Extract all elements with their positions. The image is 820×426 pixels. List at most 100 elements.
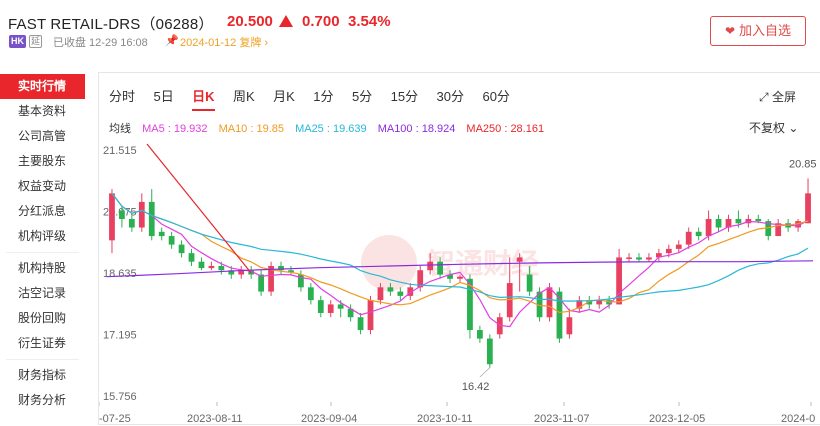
pin-icon: 📌 (165, 35, 179, 47)
watch-label: 加入自选 (739, 23, 792, 38)
up-arrow-icon (279, 15, 293, 27)
fullscreen-button[interactable]: ⤢ 全屏 (759, 88, 796, 105)
tab-30min[interactable]: 30分 (437, 86, 464, 109)
ma100-label: MA100 : 18.924 (377, 123, 456, 135)
chevron-down-icon: ⌄ (788, 121, 799, 135)
candle-body (178, 244, 185, 254)
tab-monthly-k[interactable]: 月K (273, 86, 295, 109)
candle-body (208, 265, 215, 269)
ma5-label: MA5 : 19.932 (142, 123, 208, 135)
tab-15min[interactable]: 15分 (391, 86, 418, 109)
tab-1min[interactable]: 1分 (313, 86, 333, 109)
candle-body (705, 218, 712, 237)
y-tick-label: 15.756 (103, 391, 137, 403)
market-badge: HK (9, 35, 26, 48)
candle-body (675, 244, 682, 249)
tab-5day[interactable]: 5日 (153, 86, 173, 109)
heart-icon: ❤ (724, 24, 736, 38)
candle-body (427, 261, 434, 271)
sidebar-divider (6, 356, 79, 360)
sidebar-item-dividends[interactable]: 分红派息 (0, 199, 85, 224)
price-change: 0.700 (302, 13, 340, 30)
sidebar-item-institutional[interactable]: 机构持股 (0, 256, 85, 281)
fullscreen-label: 全屏 (771, 90, 796, 104)
candle-body (397, 291, 404, 296)
stock-name: FAST RETAIL-DRS（06288） (8, 16, 214, 33)
tab-intraday[interactable]: 分时 (109, 86, 135, 109)
sidebar-divider (6, 249, 79, 253)
sidebar-item-analysis[interactable]: 财务分析 (0, 388, 85, 413)
sidebar-item-buyback[interactable]: 股份回购 (0, 306, 85, 331)
y-tick-label: 17.195 (103, 330, 137, 342)
candle-body (337, 304, 344, 309)
chart-panel: 分时 5日 日K 周K 月K 1分 5分 15分 30分 60分 ⤢ 全屏 均线… (98, 72, 820, 425)
sidebar-item-derivatives[interactable]: 衍生证券 (0, 331, 85, 356)
ma10-label: MA10 : 19.85 (218, 123, 284, 135)
x-tick-label: 2023-10-11 (417, 413, 472, 425)
candle-body (367, 300, 374, 331)
add-to-watchlist-button[interactable]: ❤ 加入自选 (710, 16, 806, 46)
period-tabs: 分时 5日 日K 周K 月K 1分 5分 15分 30分 60分 (109, 86, 524, 111)
candle-body (477, 330, 483, 339)
sidebar-item-financials[interactable]: 财务指标 (0, 363, 85, 388)
candle-body (626, 257, 632, 259)
quote-header: FAST RETAIL-DRS（06288） 20.500 0.700 3.54… (0, 0, 820, 62)
candle-body (715, 218, 722, 228)
candle-body (437, 261, 443, 275)
watermark-logo (361, 235, 417, 291)
tab-5min[interactable]: 5分 (352, 86, 372, 109)
ma-legend-title: 均线 (109, 123, 131, 135)
tab-60min[interactable]: 60分 (482, 86, 509, 109)
candle-body (198, 261, 205, 269)
x-tick-label: 2023-09-04 (301, 413, 357, 425)
ma250-label: MA250 : 28.161 (466, 123, 545, 135)
ma250-line (146, 143, 252, 274)
candle-body (148, 201, 155, 237)
candle-body (546, 287, 553, 318)
ma25-label: MA25 : 19.639 (295, 123, 367, 135)
tab-daily-k[interactable]: 日K (192, 86, 215, 111)
candle-body (526, 274, 533, 292)
candle-body (218, 265, 225, 271)
last-price: 20.500 (227, 13, 273, 30)
y-tick-label: 21.515 (103, 145, 137, 157)
x-tick-label: 2024-0 (781, 413, 815, 425)
sidebar-item-equity-changes[interactable]: 权益变动 (0, 174, 85, 199)
candle-body (636, 257, 642, 260)
sidebar: 实时行情 基本资料 公司高管 主要股东 权益变动 分红派息 机构评级 机构持股 … (0, 74, 85, 425)
candle-body (735, 218, 742, 224)
sidebar-item-ratings[interactable]: 机构评级 (0, 224, 85, 249)
high-annotation: 20.85 (789, 159, 817, 171)
candle-body (755, 218, 762, 222)
delay-badge: 延 (29, 35, 42, 48)
sidebar-item-short-selling[interactable]: 沽空记录 (0, 281, 85, 306)
candle-body (665, 248, 672, 254)
adjust-label: 不复权 (749, 121, 786, 135)
x-tick-label: 2023-12-05 (649, 413, 705, 425)
adjust-dropdown[interactable]: 不复权 ⌄ (749, 119, 798, 136)
sidebar-item-realtime[interactable]: 实时行情 (0, 74, 85, 99)
kline-chart[interactable]: 智通财经21.51520.07518.63517.19515.75620.851… (99, 138, 820, 426)
sidebar-item-executives[interactable]: 公司高管 (0, 124, 85, 149)
candle-body (357, 317, 364, 331)
candle-body (258, 274, 265, 292)
candle-body (685, 231, 692, 245)
candle-body (128, 218, 135, 228)
ma-legend: 均线 MA5 : 19.932 MA10 : 19.85 MA25 : 19.6… (109, 120, 552, 136)
x-tick-label: 2023-08-11 (187, 413, 242, 425)
tab-weekly-k[interactable]: 周K (233, 86, 255, 109)
candle-body (307, 287, 314, 301)
low-annotation: 16.42 (462, 381, 490, 393)
price-change-pct: 3.54% (348, 13, 391, 30)
candle-body (387, 287, 394, 292)
low-pointer (479, 367, 491, 378)
candle-body (516, 257, 523, 262)
expand-icon: ⤢ (759, 90, 769, 104)
resume-notice[interactable]: 2024-01-12 复牌 › (180, 34, 268, 50)
y-tick-label: 18.635 (103, 268, 137, 280)
sidebar-item-shareholders[interactable]: 主要股东 (0, 149, 85, 174)
candle-body (109, 193, 115, 241)
market-status: 已收盘 12-29 16:08 (53, 37, 148, 49)
candle-body (486, 338, 493, 365)
sidebar-item-profile[interactable]: 基本资料 (0, 99, 85, 124)
